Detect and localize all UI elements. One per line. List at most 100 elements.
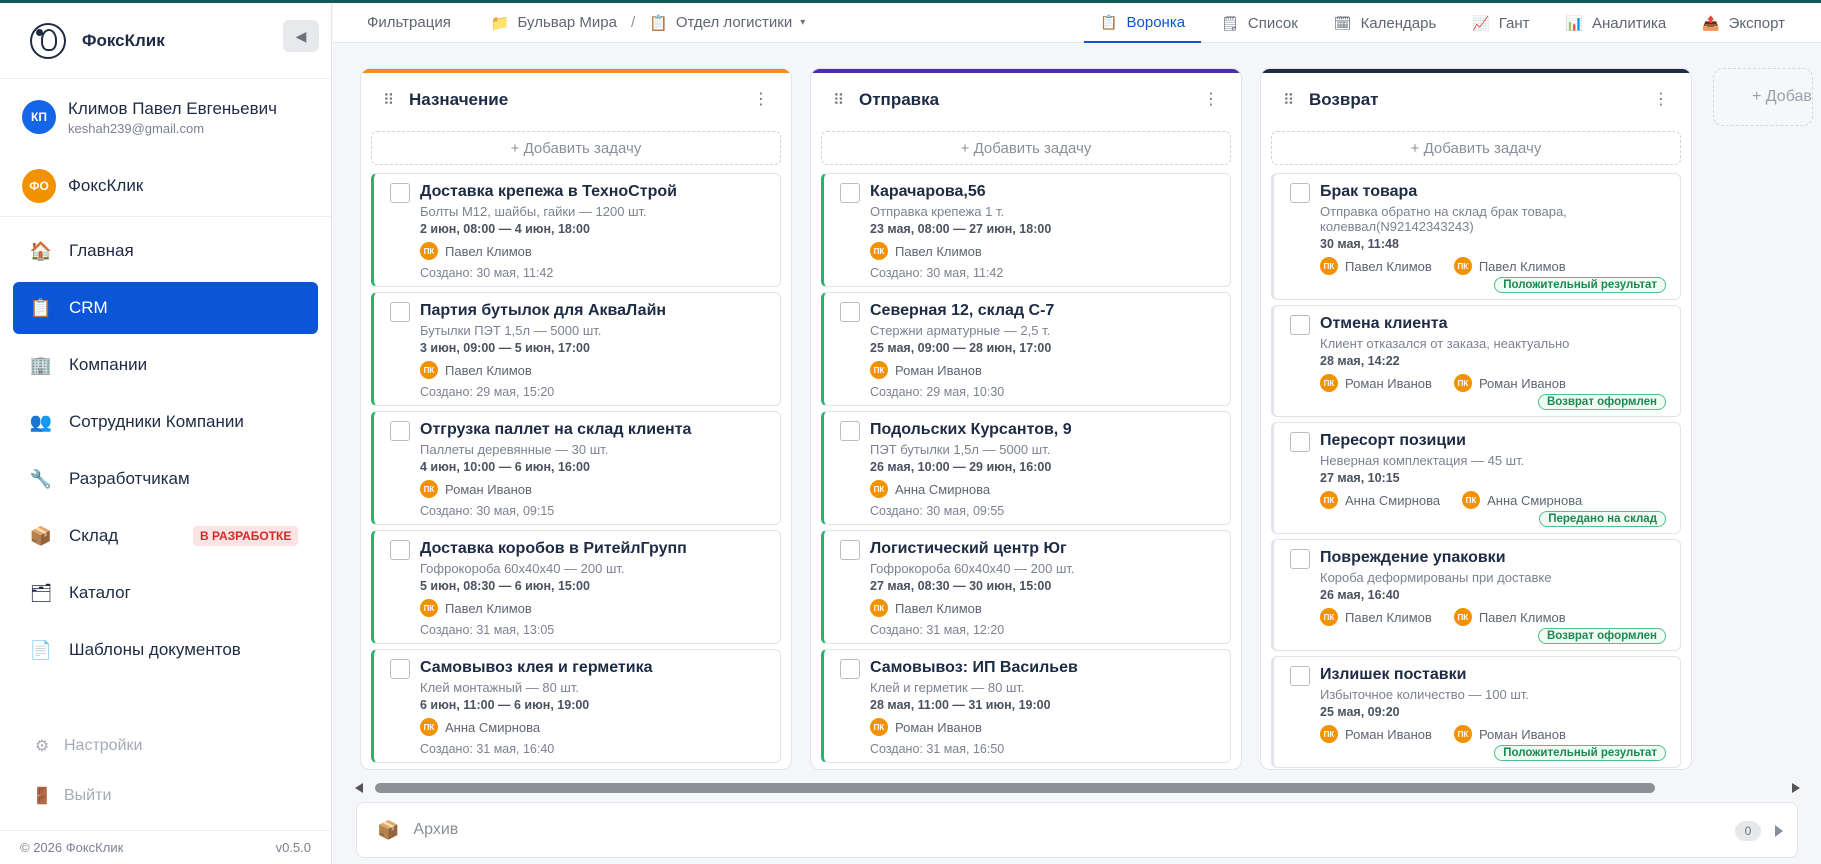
assignee-name: Павел Климов	[445, 243, 532, 259]
column-shipping: ⠿ Отправка ⋮ + Добавить задачу Карачаров…	[810, 68, 1242, 770]
drag-handle-icon[interactable]: ⠿	[1283, 91, 1294, 109]
task-checkbox[interactable]	[390, 183, 410, 203]
task-assignee: ПК Роман Иванов	[1453, 374, 1566, 392]
account-card[interactable]: КП Климов Павел Евгеньевич keshah239@gma…	[0, 79, 331, 155]
column-title: Отправка	[859, 90, 940, 109]
main-nav: 🏠 Главная 📋 CRM 🏢 Компании 👥 Сотрудники …	[0, 217, 331, 676]
task-card[interactable]: Северная 12, склад С-7 Стержни арматурны…	[821, 292, 1231, 406]
nav-item-document-templates[interactable]: 📄 Шаблоны документов	[13, 624, 318, 676]
task-checkbox[interactable]	[840, 540, 860, 560]
horizontal-scrollbar[interactable]	[355, 780, 1800, 796]
task-card[interactable]: Самовывоз: ИП Васильев Клей и герметик —…	[821, 649, 1231, 763]
more-vertical-icon[interactable]: ⋮	[753, 89, 769, 109]
nav-item-logout[interactable]: 🚪 Выйти	[0, 771, 331, 821]
nav-item-catalog[interactable]: 🗂 Каталог	[13, 567, 318, 619]
task-card[interactable]: Подольских Курсантов, 9 ПЭТ бутылки 1,5л…	[821, 411, 1231, 525]
task-card[interactable]: Отмена клиента Клиент отказался от заказ…	[1271, 305, 1681, 417]
scrollbar-thumb[interactable]	[375, 783, 1655, 793]
nav-item-settings[interactable]: ⚙ Настройки	[0, 721, 331, 771]
task-card[interactable]: Доставка коробов в РитейлГрупп Гофрокоро…	[371, 530, 781, 644]
nav-item-companies[interactable]: 🏢 Компании	[13, 339, 318, 391]
task-author: ПК Павел Климов	[1320, 608, 1432, 626]
more-vertical-icon[interactable]: ⋮	[1653, 89, 1669, 109]
nav-item-label: Каталог	[69, 583, 131, 602]
task-people: ПК Павел Климов ПК Павел Климов	[1320, 608, 1670, 626]
avatar: ПК	[870, 480, 888, 498]
calendar-icon: 🗓	[1333, 14, 1352, 31]
breadcrumb-department[interactable]: Отдел логистики	[676, 14, 792, 31]
task-checkbox[interactable]	[390, 659, 410, 679]
task-card[interactable]: Логистический центр Юг Гофрокороба 60х40…	[821, 530, 1231, 644]
tab-label: Аналитика	[1591, 14, 1667, 32]
task-card[interactable]: Отгрузка паллет на склад клиента Паллеты…	[371, 411, 781, 525]
task-checkbox[interactable]	[840, 659, 860, 679]
home-icon: 🏠	[29, 240, 53, 261]
task-checkbox[interactable]	[1290, 315, 1310, 335]
account-email: keshah239@gmail.com	[68, 120, 205, 136]
task-card[interactable]: Пересорт позиции Неверная комплектация —…	[1271, 422, 1681, 534]
drag-handle-icon[interactable]: ⠿	[833, 91, 844, 109]
task-people: ПК Анна Смирнова ПК Анна Смирнова	[1320, 491, 1670, 509]
task-created: Создано: 30 мая, 11:42	[870, 266, 1004, 280]
collapse-sidebar-button[interactable]: ◀	[283, 20, 319, 52]
assignee-name: Роман Иванов	[445, 481, 532, 497]
task-card[interactable]: Карачарова,56 Отправка крепежа 1 т. 23 м…	[821, 173, 1231, 287]
breadcrumb-location[interactable]: Бульвар Мира	[518, 14, 617, 31]
tab-export[interactable]: 📤 Экспорт	[1686, 3, 1801, 43]
task-checkbox[interactable]	[1290, 183, 1310, 203]
task-checkbox[interactable]	[390, 540, 410, 560]
avatar: ПК	[1453, 374, 1472, 392]
task-title: Партия бутылок для АкваЛайн	[420, 302, 667, 319]
task-title: Доставка крепежа в ТехноСтрой	[420, 183, 677, 200]
more-vertical-icon[interactable]: ⋮	[1203, 89, 1219, 109]
task-title: Подольских Курсантов, 9	[870, 421, 1072, 438]
nav-item-home[interactable]: 🏠 Главная	[13, 225, 318, 277]
scroll-left-arrow-icon[interactable]	[355, 783, 363, 793]
add-column-button[interactable]: + Добавить	[1713, 68, 1813, 126]
avatar: ПК	[870, 599, 888, 617]
tab-analytics[interactable]: 📊 Аналитика	[1550, 3, 1683, 43]
nav-item-warehouse[interactable]: 📦 Склад В РАЗРАБОТКЕ	[13, 510, 318, 562]
task-card[interactable]: Повреждение упаковки Короба деформирован…	[1271, 539, 1681, 651]
task-card[interactable]: Излишек поставки Избыточное количество —…	[1271, 656, 1681, 768]
task-checkbox[interactable]	[1290, 666, 1310, 686]
task-title: Самовывоз: ИП Васильев	[870, 659, 1078, 676]
task-checkbox[interactable]	[840, 183, 860, 203]
task-card[interactable]: Партия бутылок для АкваЛайн Бутылки ПЭТ …	[371, 292, 781, 406]
task-card[interactable]: Доставка крепежа в ТехноСтрой Болты М12,…	[371, 173, 781, 287]
organization-switcher[interactable]: ФО ФоксКлик	[0, 155, 331, 217]
add-task-button[interactable]: + Добавить задачу	[821, 131, 1231, 165]
org-name: ФоксКлик	[68, 175, 144, 195]
nav-item-employees[interactable]: 👥 Сотрудники Компании	[13, 396, 318, 448]
scroll-right-arrow-icon[interactable]	[1792, 783, 1800, 793]
tab-funnel[interactable]: 📋 Воронка	[1084, 3, 1202, 43]
task-title: Логистический центр Юг	[870, 540, 1067, 557]
nav-item-crm[interactable]: 📋 CRM	[13, 282, 318, 334]
task-card[interactable]: Самовывоз клея и герметика Клей монтажны…	[371, 649, 781, 763]
tab-calendar[interactable]: 🗓 Календарь	[1318, 3, 1453, 43]
task-checkbox[interactable]	[840, 421, 860, 441]
drag-handle-icon[interactable]: ⠿	[383, 91, 394, 109]
chevron-right-icon[interactable]	[1775, 825, 1783, 837]
in-development-badge: В РАЗРАБОТКЕ	[193, 526, 299, 546]
tab-gantt[interactable]: 📈 Гант	[1456, 3, 1545, 43]
add-task-button[interactable]: + Добавить задачу	[371, 131, 781, 165]
task-author: ПК Павел Климов	[1320, 257, 1432, 275]
avatar: ПК	[1320, 725, 1338, 743]
task-checkbox[interactable]	[1290, 432, 1310, 452]
task-checkbox[interactable]	[840, 302, 860, 322]
add-task-button[interactable]: + Добавить задачу	[1271, 131, 1681, 165]
task-checkbox[interactable]	[390, 302, 410, 322]
task-people: ПК Павел Климов ПК Павел Климов	[1320, 257, 1670, 275]
tab-label: Гант	[1498, 14, 1530, 32]
task-checkbox[interactable]	[1290, 549, 1310, 569]
filter-button[interactable]: Фильтрация	[367, 14, 451, 31]
task-card[interactable]: Брак товара Отправка обратно на склад бр…	[1271, 173, 1681, 300]
chevron-down-icon[interactable]: ▾	[800, 17, 805, 28]
avatar: ПК	[870, 718, 888, 736]
tab-label: Экспорт	[1728, 14, 1785, 32]
task-checkbox[interactable]	[390, 421, 410, 441]
archive-panel[interactable]: 📦 Архив 0	[356, 802, 1798, 858]
tab-list[interactable]: 🗒 Список	[1205, 3, 1314, 43]
nav-item-developers[interactable]: 🔧 Разработчикам	[13, 453, 318, 505]
